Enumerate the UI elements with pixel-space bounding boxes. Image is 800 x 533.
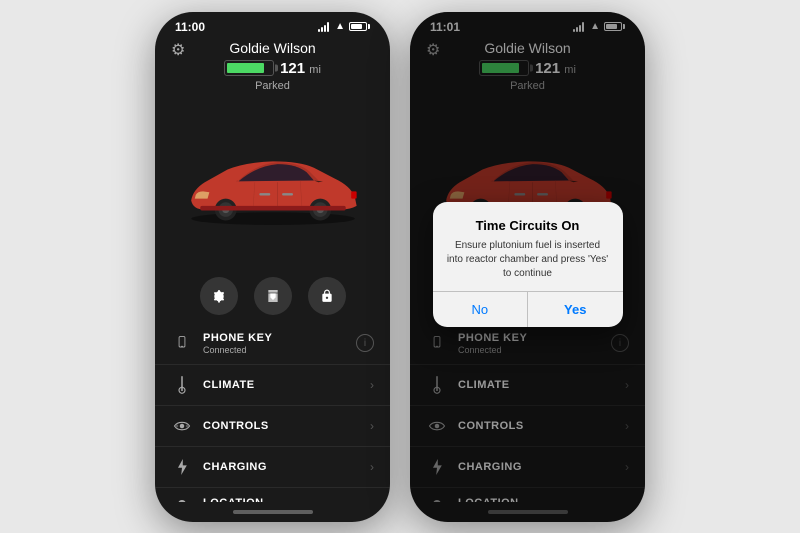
- status-label-left: Parked: [255, 80, 290, 92]
- phone-key-sub: Connected: [203, 345, 356, 355]
- status-icons-left: ▲: [318, 21, 370, 32]
- home-indicator-left: [155, 502, 390, 522]
- signal-icon: [318, 22, 329, 32]
- dialog-buttons: No Yes: [433, 291, 623, 327]
- location-chevron: ›: [370, 501, 374, 502]
- phone-key-icon: [171, 332, 193, 354]
- car-image-left: [173, 140, 373, 230]
- dialog-overlay: Time Circuits On Ensure plutonium fuel i…: [410, 12, 645, 522]
- frunk-button[interactable]: [254, 277, 292, 315]
- climate-title: CLIMATE: [203, 379, 370, 391]
- menu-item-phone-key-left[interactable]: PHONE KEY Connected i: [155, 323, 390, 365]
- charging-text: CHARGING: [203, 461, 370, 473]
- battery-icon: [349, 22, 370, 31]
- charging-icon: [171, 456, 193, 478]
- mileage-left: 121 mi: [280, 60, 321, 77]
- location-text: LOCATION 3500 Deer Creek Rd, Palo Alto: [203, 497, 370, 502]
- menu-item-location-left[interactable]: LOCATION 3500 Deer Creek Rd, Palo Alto ›: [155, 488, 390, 502]
- right-phone: 11:01 ▲ ⚙ Goldie Wilson: [410, 12, 645, 522]
- phone-key-text: PHONE KEY Connected: [203, 332, 356, 355]
- dialog-no-button[interactable]: No: [433, 292, 529, 327]
- location-icon: [171, 497, 193, 502]
- climate-chevron: ›: [370, 378, 374, 392]
- controls-title: CONTROLS: [203, 420, 370, 432]
- dialog-yes-button[interactable]: Yes: [528, 292, 623, 327]
- charging-title: CHARGING: [203, 461, 370, 473]
- menu-item-climate-left[interactable]: CLIMATE ›: [155, 365, 390, 406]
- menu-item-controls-left[interactable]: CONTROLS ›: [155, 406, 390, 447]
- battery-row-left: 121 mi: [224, 60, 321, 77]
- dialog: Time Circuits On Ensure plutonium fuel i…: [433, 202, 623, 327]
- battery-bar-left: [224, 60, 274, 76]
- time-left: 11:00: [175, 20, 205, 34]
- location-title: LOCATION: [203, 497, 370, 502]
- driver-name-left: Goldie Wilson: [229, 40, 315, 56]
- controls-chevron: ›: [370, 419, 374, 433]
- climate-icon: [171, 374, 193, 396]
- dialog-title: Time Circuits On: [447, 218, 609, 233]
- climate-text: CLIMATE: [203, 379, 370, 391]
- phone-key-title: PHONE KEY: [203, 332, 356, 344]
- charging-chevron: ›: [370, 460, 374, 474]
- menu-list-left: PHONE KEY Connected i CLIMATE ›: [155, 323, 390, 502]
- dialog-message: Ensure plutonium fuel is inserted into r…: [447, 239, 609, 281]
- fan-button[interactable]: [200, 277, 238, 315]
- phone-key-info[interactable]: i: [356, 334, 374, 352]
- car-area-left: [155, 100, 390, 271]
- controls-icon: [171, 415, 193, 437]
- header-left: ⚙ Goldie Wilson 121 mi Parked: [155, 38, 390, 100]
- wifi-icon: ▲: [335, 21, 345, 32]
- status-bar-left: 11:00 ▲: [155, 12, 390, 38]
- dialog-content: Time Circuits On Ensure plutonium fuel i…: [433, 202, 623, 291]
- quick-actions-left: [155, 271, 390, 323]
- gear-icon-left[interactable]: ⚙: [171, 40, 185, 60]
- menu-item-charging-left[interactable]: CHARGING ›: [155, 447, 390, 488]
- unlock-button[interactable]: [308, 277, 346, 315]
- controls-text: CONTROLS: [203, 420, 370, 432]
- left-phone: 11:00 ▲ ⚙ Goldie Wilson: [155, 12, 390, 522]
